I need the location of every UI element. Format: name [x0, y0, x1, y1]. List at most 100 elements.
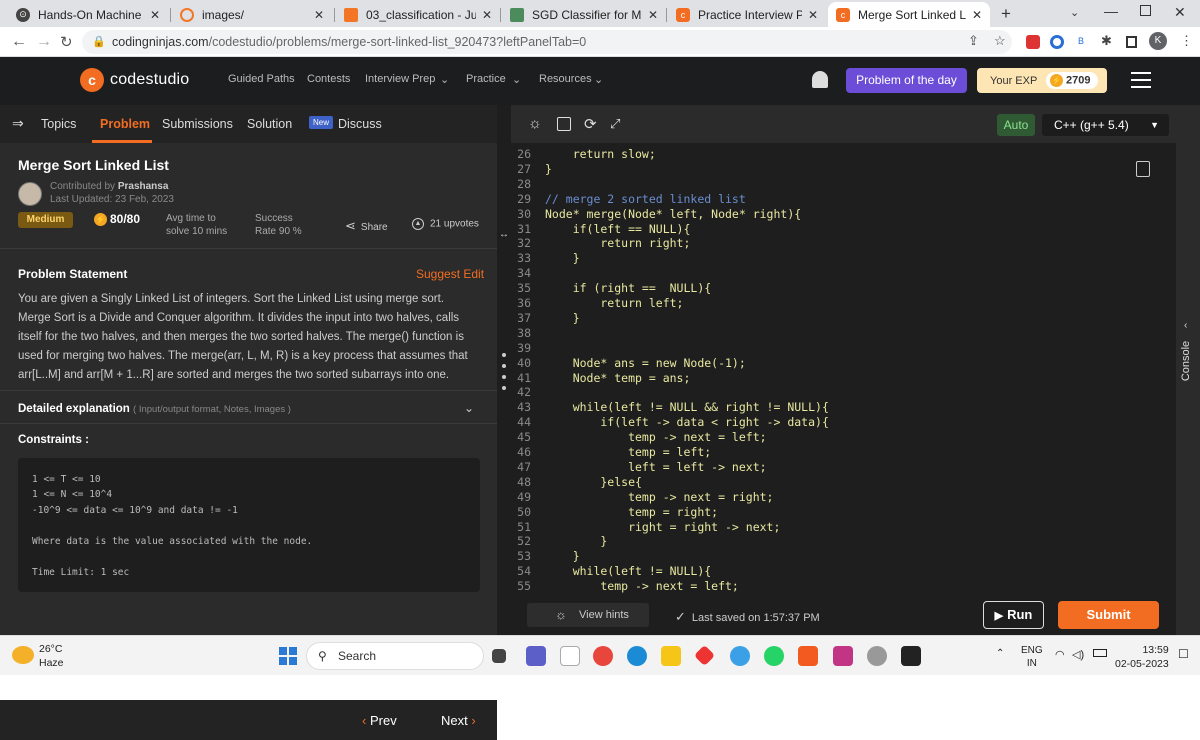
battery-icon[interactable] [1093, 649, 1107, 657]
code-line[interactable]: 26 return slow; [511, 147, 1131, 162]
menu-kebab-icon[interactable]: ⋮ [1180, 33, 1193, 49]
extension-icon[interactable]: B [1078, 36, 1084, 46]
code-line[interactable]: 46 temp = left; [511, 445, 1131, 460]
prev-button[interactable]: ‹ Prev [362, 713, 397, 728]
chrome-icon[interactable] [593, 646, 613, 666]
wifi-icon[interactable]: ◠ [1055, 648, 1065, 661]
code-line[interactable]: 48 }else{ [511, 475, 1131, 490]
nav-resources[interactable]: Resources [539, 73, 592, 85]
close-icon[interactable]: ✕ [972, 8, 982, 22]
file-explorer-icon[interactable] [661, 646, 681, 666]
reload-icon[interactable]: ↻ [60, 33, 73, 51]
copy-icon[interactable] [1136, 161, 1150, 177]
code-line[interactable]: 50 temp = right; [511, 505, 1131, 520]
code-line[interactable]: 29 // merge 2 sorted linked list [511, 192, 1131, 207]
close-icon[interactable]: ✕ [314, 8, 324, 22]
code-line[interactable]: 42 [511, 385, 1131, 400]
restore-icon[interactable] [1140, 5, 1151, 16]
tab-search-icon[interactable]: ⌄ [1070, 6, 1079, 19]
code-line[interactable]: 40 Node* ans = new Node(-1); [511, 356, 1131, 371]
profile-avatar[interactable]: K [1149, 32, 1167, 50]
logo-text[interactable]: codestudio [110, 71, 189, 89]
nav-interview-prep[interactable]: Interview Prep [365, 73, 435, 85]
code-line[interactable]: 47 left = left -> next; [511, 460, 1131, 475]
sidebar-icon[interactable] [1126, 36, 1137, 48]
code-line[interactable]: 49 temp -> next = right; [511, 490, 1131, 505]
fullscreen-icon[interactable]: ⤢ [610, 116, 620, 132]
code-line[interactable]: 35 if (right == NULL){ [511, 281, 1131, 296]
author-name[interactable]: Prashansa [118, 181, 169, 192]
browser-tab[interactable]: images/ ✕ [172, 2, 332, 27]
close-icon[interactable]: ✕ [482, 8, 492, 22]
back-icon[interactable]: ← [11, 33, 27, 51]
hamburger-menu-icon[interactable] [1131, 72, 1151, 93]
close-icon[interactable]: ✕ [648, 8, 658, 22]
share-icon[interactable]: ⇪ [968, 33, 979, 49]
panel-splitter[interactable]: ↔ [497, 105, 511, 635]
tray-chevron-up-icon[interactable]: ⌃ [996, 648, 1004, 659]
code-line[interactable]: 51 right = right -> next; [511, 520, 1131, 535]
app-icon[interactable] [693, 644, 716, 667]
run-button[interactable]: ▶ Run [983, 601, 1044, 629]
close-icon[interactable]: ✕ [808, 8, 818, 22]
forward-icon[interactable]: → [36, 33, 52, 51]
extensions-puzzle-icon[interactable]: ✱ [1101, 33, 1112, 49]
code-line[interactable]: 55 temp -> next = left; [511, 579, 1131, 594]
new-tab-icon[interactable]: + [1001, 4, 1011, 24]
extension-icon[interactable] [1050, 35, 1064, 49]
teams-icon[interactable] [526, 646, 546, 666]
window-close-icon[interactable]: ✕ [1174, 4, 1186, 21]
code-line[interactable]: 32 return right; [511, 236, 1131, 251]
code-line[interactable]: 39 [511, 341, 1131, 356]
notification-icon[interactable]: ☐ [1178, 647, 1189, 661]
detailed-explanation-toggle[interactable]: Detailed explanation ( Input/output form… [18, 403, 291, 415]
app-icon[interactable] [730, 646, 750, 666]
code-line[interactable]: 36 return left; [511, 296, 1131, 311]
suggest-edit-link[interactable]: Suggest Edit [416, 267, 484, 281]
instagram-icon[interactable] [833, 646, 853, 666]
browser-tab[interactable]: c Practice Interview Problems ✕ [668, 2, 826, 27]
share-button[interactable]: ⋖ Share [345, 218, 388, 234]
edge-icon[interactable] [627, 646, 647, 666]
reset-icon[interactable]: ⟳ [584, 115, 597, 133]
language-select[interactable]: C++ (g++ 5.4) ▼ [1042, 114, 1169, 136]
code-line[interactable]: 44 if(left -> data < right -> data){ [511, 415, 1131, 430]
console-toggle[interactable]: ‹ Console [1176, 105, 1200, 635]
code-line[interactable]: 33 } [511, 251, 1131, 266]
nav-practice[interactable]: Practice [466, 73, 506, 85]
code-line[interactable]: 27} [511, 162, 1131, 177]
browser-tab[interactable]: ⊙ Hands-On Machine Learnin ✕ [8, 2, 168, 27]
chrome-profile-icon[interactable] [867, 646, 887, 666]
code-line[interactable]: 31 if(left == NULL){ [511, 222, 1131, 237]
url-input[interactable]: 🔒 codingninjas.com/codestudio/problems/m… [82, 30, 1012, 54]
view-hints-button[interactable]: ☼ View hints [527, 603, 649, 627]
code-area[interactable]: 26 return slow; 27} 28 29// merge 2 sorted … [511, 143, 1131, 595]
code-line[interactable]: 52 } [511, 534, 1131, 549]
volume-icon[interactable]: ◁) [1072, 648, 1084, 661]
whatsapp-icon[interactable] [764, 646, 784, 666]
topics-icon[interactable]: ⇒ [12, 115, 24, 132]
tab-problem[interactable]: Problem [100, 117, 150, 131]
store-icon[interactable] [560, 646, 580, 666]
taskbar-search[interactable]: ⚲ Search [306, 642, 484, 670]
logo-icon[interactable]: c [80, 68, 104, 92]
browser-tab[interactable]: 03_classification - Jupyter N ✕ [336, 2, 500, 27]
submit-button[interactable]: Submit [1058, 601, 1159, 629]
close-icon[interactable]: ✕ [150, 8, 160, 22]
code-line[interactable]: 37 } [511, 311, 1131, 326]
code-line[interactable]: 41 Node* temp = ans; [511, 371, 1131, 386]
code-line[interactable]: 45 temp -> next = left; [511, 430, 1131, 445]
code-line[interactable]: 34 [511, 266, 1131, 281]
next-button[interactable]: Next › [441, 713, 476, 728]
save-icon[interactable] [557, 117, 571, 131]
exp-badge[interactable]: Your EXP ⚡ 2709 [977, 68, 1107, 93]
nav-contests[interactable]: Contests [307, 73, 350, 85]
language-indicator[interactable]: ENG IN [1021, 644, 1043, 670]
bookmark-star-icon[interactable]: ☆ [994, 33, 1006, 49]
extension-icon[interactable] [1026, 35, 1040, 49]
browser-tab[interactable]: SGD Classifier for ML ✕ [502, 2, 666, 27]
code-line[interactable]: 28 [511, 177, 1131, 192]
minimize-icon[interactable]: — [1104, 3, 1118, 19]
code-line[interactable]: 54 while(left != NULL){ [511, 564, 1131, 579]
browser-tab-active[interactable]: c Merge Sort Linked List - Co ✕ [828, 2, 990, 27]
